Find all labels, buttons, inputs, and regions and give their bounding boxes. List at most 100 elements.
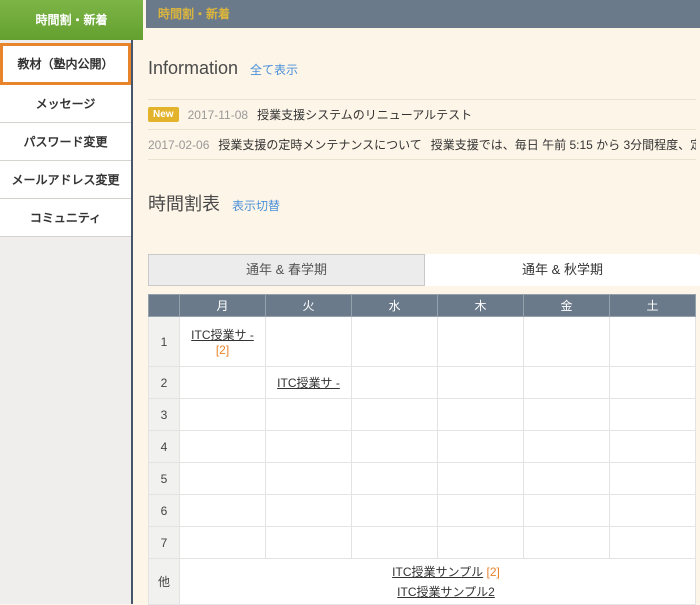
timetable-cell (438, 317, 524, 367)
period-label: 1 (149, 317, 180, 367)
timetable-cell (352, 431, 438, 463)
timetable-cell (610, 317, 696, 367)
timetable-cell (610, 399, 696, 431)
course-count-link[interactable]: [2] (486, 565, 499, 579)
timetable-cell (352, 317, 438, 367)
sidebar-item-timetable-news[interactable]: 時間割・新着 (0, 0, 143, 40)
timetable-cell (438, 495, 524, 527)
timetable-row: 2 ITC授業サ - (149, 367, 696, 399)
timetable-cell (438, 463, 524, 495)
timetable-row: 4 (149, 431, 696, 463)
sidebar-item-change-password[interactable]: パスワード変更 (0, 123, 131, 161)
timetable-cell (352, 463, 438, 495)
new-badge: New (148, 107, 179, 122)
timetable-table: 月 火 水 木 金 土 1 ITC授業サ - (148, 294, 696, 605)
timetable-cell (180, 367, 266, 399)
page-title: 時間割・新着 (158, 7, 230, 21)
period-label: 5 (149, 463, 180, 495)
main-content: Information 全て表示 New 2017-11-08 授業支援システム… (148, 58, 696, 605)
period-label: 2 (149, 367, 180, 399)
timetable-cell (180, 527, 266, 559)
course-link[interactable]: ITC授業サンプル (392, 565, 483, 579)
timetable-cell (610, 463, 696, 495)
course-count-link[interactable]: [2] (216, 343, 229, 357)
timetable-row: 5 (149, 463, 696, 495)
news-title-link[interactable]: 授業支援システムのリニューアルテスト (257, 106, 472, 123)
timetable-cell (266, 463, 352, 495)
page-header-bar: 時間割・新着 (146, 0, 700, 28)
news-row: New 2017-11-08 授業支援システムのリニューアルテスト (148, 100, 696, 130)
day-header-thu: 木 (438, 295, 524, 317)
timetable-cell (610, 527, 696, 559)
semester-tabs: 通年 & 春学期 通年 & 秋学期 (148, 254, 700, 286)
day-header-sat: 土 (610, 295, 696, 317)
timetable-cell (438, 527, 524, 559)
sidebar-item-messages[interactable]: メッセージ (0, 85, 131, 123)
period-label-other: 他 (149, 559, 180, 605)
timetable-cell: ITC授業サ - [2] (180, 317, 266, 367)
tab-fall-semester[interactable]: 通年 & 秋学期 (425, 254, 700, 286)
timetable-cell (610, 367, 696, 399)
period-label: 4 (149, 431, 180, 463)
timetable-cell (352, 367, 438, 399)
timetable-row: 6 (149, 495, 696, 527)
news-date: 2017-11-08 (188, 108, 249, 122)
main-area: 時間割・新着 Information 全て表示 New 2017-11-08 授… (133, 0, 700, 604)
sidebar: 時間割・新着 教材（塾内公開） メッセージ パスワード変更 メールアドレス変更 … (0, 0, 133, 604)
sidebar-item-change-email[interactable]: メールアドレス変更 (0, 161, 131, 199)
toggle-view-link[interactable]: 表示切替 (232, 197, 280, 214)
timetable-cell (180, 463, 266, 495)
news-title-link[interactable]: 授業支援の定時メンテナンスについて (218, 136, 421, 153)
timetable-cell (266, 431, 352, 463)
timetable-cell: ITC授業サ - (266, 367, 352, 399)
view-all-link[interactable]: 全て表示 (250, 61, 298, 78)
timetable-cell (610, 431, 696, 463)
timetable-cell (352, 399, 438, 431)
period-label: 7 (149, 527, 180, 559)
sidebar-item-community[interactable]: コミュニティ (0, 199, 131, 237)
course-link[interactable]: ITC授業サ - (277, 376, 340, 390)
app-window: 時間割・新着 教材（塾内公開） メッセージ パスワード変更 メールアドレス変更 … (0, 0, 700, 604)
news-row: 2017-02-06 授業支援の定時メンテナンスについて 授業支援では、毎日 午… (148, 130, 696, 160)
timetable-cell (438, 367, 524, 399)
timetable-cell (352, 527, 438, 559)
timetable-cell (524, 399, 610, 431)
sidebar-item-materials[interactable]: 教材（塾内公開） (0, 43, 131, 85)
timetable-section-header: 時間割表 表示切替 (148, 190, 696, 216)
news-preview-text: 授業支援では、毎日 午前 5:15 から 3分間程度、定時メン... (431, 136, 696, 153)
timetable-cell (180, 431, 266, 463)
timetable-cell (352, 495, 438, 527)
period-label: 6 (149, 495, 180, 527)
information-heading: Information (148, 58, 238, 79)
timetable-cell (524, 431, 610, 463)
timetable-cell (180, 495, 266, 527)
timetable-heading: 時間割表 (148, 190, 220, 216)
timetable-row: 1 ITC授業サ - [2] (149, 317, 696, 367)
information-section-header: Information 全て表示 (148, 58, 696, 79)
tab-spring-semester[interactable]: 通年 & 春学期 (148, 254, 425, 286)
news-date: 2017-02-06 (148, 138, 209, 152)
timetable-cell (266, 317, 352, 367)
timetable-cell (438, 399, 524, 431)
timetable-cell (524, 367, 610, 399)
news-list: New 2017-11-08 授業支援システムのリニューアルテスト 2017-0… (148, 99, 696, 160)
timetable-other-cell: ITC授業サンプル [2] ITC授業サンプル2 (180, 559, 696, 605)
period-label: 3 (149, 399, 180, 431)
timetable-cell (610, 495, 696, 527)
course-link[interactable]: ITC授業サンプル2 (397, 585, 495, 599)
course-link[interactable]: ITC授業サ - (191, 328, 254, 342)
day-header-tue: 火 (266, 295, 352, 317)
timetable-corner-cell (149, 295, 180, 317)
timetable-cell (438, 431, 524, 463)
timetable-other-row: 他 ITC授業サンプル [2] ITC授業サンプル2 (149, 559, 696, 605)
day-header-wed: 水 (352, 295, 438, 317)
timetable-wrapper: 月 火 水 木 金 土 1 ITC授業サ - (148, 294, 696, 605)
timetable-cell (266, 527, 352, 559)
day-header-mon: 月 (180, 295, 266, 317)
timetable-cell (180, 399, 266, 431)
timetable-cell (524, 317, 610, 367)
timetable-row: 3 (149, 399, 696, 431)
timetable-row: 7 (149, 527, 696, 559)
timetable-cell (524, 495, 610, 527)
timetable-header-row: 月 火 水 木 金 土 (149, 295, 696, 317)
